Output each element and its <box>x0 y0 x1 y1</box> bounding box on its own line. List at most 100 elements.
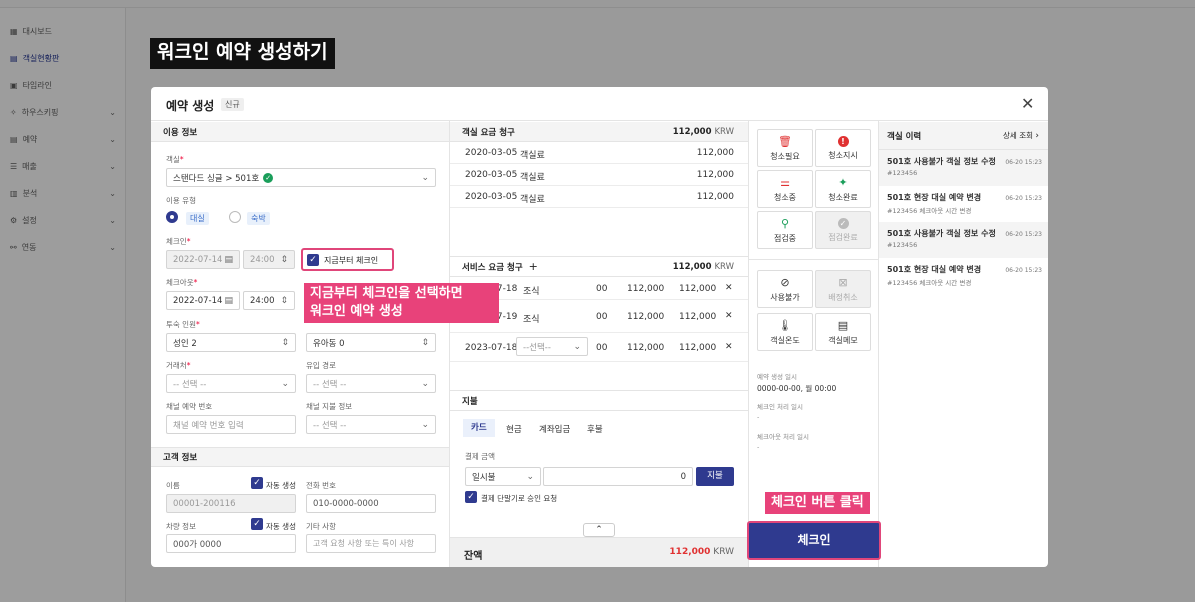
channel-pay-select[interactable]: -- 선택 -- ⌄ <box>306 415 436 434</box>
phone-input[interactable]: 010-0000-0000 <box>306 494 436 513</box>
checkin-label: 체크인* <box>166 237 191 246</box>
car-label: 차량 정보 <box>166 522 196 531</box>
tile-inspecting[interactable]: ⚲ 점검중 <box>757 211 813 249</box>
broom-icon: ⚌ <box>780 175 790 189</box>
type-stay-label: 숙박 <box>247 212 270 225</box>
sidebar-item-dashboard[interactable]: ▦ 대시보드 <box>10 22 120 40</box>
checkin-time-input[interactable]: 24:00 ⇕ <box>243 250 295 269</box>
sidebar-item-reservation[interactable]: ▤ 예약 ⌄ <box>10 130 120 148</box>
type-daytime-label: 대실 <box>186 212 209 225</box>
room-charge-header: 객실 요금 청구 112,000 KRW <box>450 122 748 142</box>
client-select[interactable]: -- 선택 -- ⌄ <box>166 374 296 393</box>
children-stepper[interactable]: 유아동 0 ⇕ <box>306 333 436 352</box>
tab-card[interactable]: 카드 <box>463 419 495 437</box>
car-input[interactable]: 000가 0000 <box>166 534 296 553</box>
chevron-down-icon: ⌄ <box>109 107 116 117</box>
other-input[interactable]: 고객 요청 사항 또는 특이 사항 <box>306 534 436 553</box>
chevron-right-icon: › <box>1035 131 1039 141</box>
history-detail-link[interactable]: 상세 조회 › <box>1003 130 1039 141</box>
tile-room-temperature[interactable]: 🌡 객실온도 <box>757 313 813 351</box>
room-select[interactable]: 스탠다드 싱글 > 501호 ✓ ⌄ <box>166 168 436 187</box>
created-label: 예약 생성 일시 <box>757 373 798 381</box>
created-value: 0000-00-00, 월 00:00 <box>757 384 837 393</box>
tile-cleaning-done[interactable]: ✦ 청소완료 <box>815 170 871 208</box>
unassign-icon: ⊠ <box>838 275 848 289</box>
channel-pay-label: 채널 지불 정보 <box>306 402 353 411</box>
adults-stepper[interactable]: 성인 2 ⇕ <box>166 333 296 352</box>
tile-inspection-done: ✓ 점검완료 <box>815 211 871 249</box>
radio-stay[interactable] <box>229 211 241 223</box>
checkin-done-value: - <box>757 413 760 421</box>
tile-unavailable[interactable]: ⊘ 사용불가 <box>757 270 813 308</box>
channel-select[interactable]: -- 선택 -- ⌄ <box>306 374 436 393</box>
name-input[interactable]: 00001-200116 <box>166 494 296 513</box>
tutorial-banner: 워크인 예약 생성하기 <box>150 38 335 69</box>
approve-checkbox[interactable]: ✓ <box>465 491 477 503</box>
service-item-select[interactable]: --선택-- ⌄ <box>516 337 588 356</box>
calendar-icon: ▤ <box>224 295 233 306</box>
tile-cleaning-order[interactable]: ! 청소지시 <box>815 129 871 167</box>
checkin-now-checkbox[interactable]: ✓ <box>307 254 319 266</box>
thermometer-icon: 🌡 <box>778 318 792 332</box>
chevron-down-icon: ⌄ <box>109 134 116 144</box>
sidebar-item-integration[interactable]: ⚯ 연동 ⌄ <box>10 238 120 256</box>
sidebar-item-timeline[interactable]: ▣ 타임라인 <box>10 76 120 94</box>
top-bar <box>0 0 1195 8</box>
sidebar-item-housekeeping[interactable]: ✧ 하우스키핑 ⌄ <box>10 103 120 121</box>
add-service-button[interactable]: + <box>529 260 538 273</box>
name-auto-checkbox[interactable]: ✓ <box>251 477 263 489</box>
guests-label: 투숙 인원* <box>166 320 200 329</box>
table-row: 2020-03-05 객실료 112,000 <box>450 142 748 164</box>
list-item[interactable]: 501호 사용불가 객실 정보 수정 06-20 15:23 #123456 <box>879 150 1048 186</box>
checkin-date-input[interactable]: 2022-07-14 ▤ <box>166 250 240 269</box>
stepper-icon: ⇕ <box>280 295 288 306</box>
sidebar-item-room-status[interactable]: ▤ 객실현황판 <box>10 49 120 67</box>
history-header: 객실 이력 상세 조회 › <box>879 122 1048 150</box>
installment-select[interactable]: 일시불 ⌄ <box>465 467 541 486</box>
sidebar-item-analytics[interactable]: ▥ 분석 ⌄ <box>10 184 120 202</box>
sidebar-item-settings[interactable]: ⚙ 설정 ⌄ <box>10 211 120 229</box>
amount-label: 결제 금액 <box>465 452 495 461</box>
list-item[interactable]: 501호 사용불가 객실 정보 수정 06-20 15:23 #123456 <box>879 222 1048 258</box>
close-icon[interactable]: ✕ <box>1021 94 1034 113</box>
balance-bar: 잔액 112,000 KRW <box>450 537 748 567</box>
chevron-down-icon: ⌄ <box>421 419 429 430</box>
delete-icon[interactable]: ✕ <box>725 311 733 321</box>
amount-input[interactable]: 0 <box>543 467 693 486</box>
checkin-button[interactable]: 체크인 <box>747 521 881 560</box>
sidebar: ▦ 대시보드 ▤ 객실현황판 ▣ 타임라인 ✧ 하우스키핑 ⌄ ▤ 예약 ⌄ ☰ 매출 ⌄ ▥ 분석… <box>0 8 126 602</box>
tile-cleaning[interactable]: ⚌ 청소중 <box>757 170 813 208</box>
checkout-label: 체크아웃* <box>166 278 198 287</box>
checkout-date-input[interactable]: 2022-07-14 ▤ <box>166 291 240 310</box>
checkout-time-input[interactable]: 24:00 ⇕ <box>243 291 295 310</box>
list-item[interactable]: 501호 현장 대실 예약 변경 06-20 15:23 #123456 체크아… <box>879 258 1048 294</box>
list-item[interactable]: 501호 현장 대실 예약 변경 06-20 15:23 #123456 체크아… <box>879 186 1048 222</box>
tile-cleaning-needed[interactable]: 🗑 청소필요 <box>757 129 813 167</box>
room-charge-list: 2020-03-05 객실료 112,000 2020-03-05 객실료 11… <box>450 142 748 208</box>
chevron-down-icon: ⌄ <box>573 341 581 352</box>
divider <box>749 259 878 260</box>
delete-icon[interactable]: ✕ <box>725 342 733 352</box>
delete-icon[interactable]: ✕ <box>725 283 733 293</box>
channel-no-input[interactable]: 채널 예약 번호 입력 <box>166 415 296 434</box>
stepper-icon: ⇕ <box>421 337 429 348</box>
sparkle-icon: ✧ <box>10 107 17 117</box>
tab-transfer[interactable]: 계좌입금 <box>539 423 570 435</box>
search-icon: ⚲ <box>780 216 790 230</box>
tab-cash[interactable]: 현금 <box>506 423 522 435</box>
alert-icon: ! <box>837 135 849 147</box>
calendar-icon: ▤ <box>10 134 18 144</box>
tile-unassign: ⊠ 배정취소 <box>815 270 871 308</box>
tab-deferred[interactable]: 후불 <box>587 423 603 435</box>
sidebar-item-sales[interactable]: ☰ 매출 ⌄ <box>10 157 120 175</box>
balance-value: 112,000 KRW <box>669 547 734 557</box>
pay-button[interactable]: 지불 <box>696 467 734 486</box>
service-charge-total: 112,000 KRW <box>672 261 734 272</box>
radio-daytime[interactable] <box>166 211 178 223</box>
history-title: 객실 이력 <box>887 131 922 142</box>
tile-room-memo[interactable]: ▤ 객실메모 <box>815 313 871 351</box>
list-icon: ☰ <box>10 161 18 171</box>
car-auto-checkbox[interactable]: ✓ <box>251 518 263 530</box>
car-auto-label: 자동 생성 <box>266 522 296 531</box>
collapse-chevron-icon[interactable]: ⌃ <box>583 523 615 537</box>
